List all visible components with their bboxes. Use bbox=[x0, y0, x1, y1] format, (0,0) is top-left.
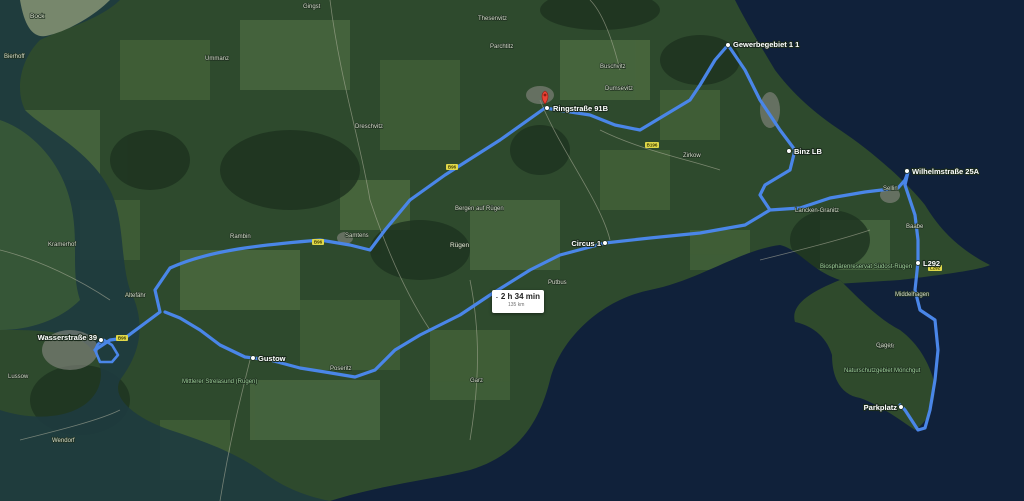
place-label: Rügen bbox=[450, 242, 470, 249]
place-label: Bergen auf Rügen bbox=[455, 206, 504, 212]
place-label: Dreschvitz bbox=[355, 124, 383, 130]
place-label: Garz bbox=[470, 378, 483, 384]
route-distance: 135 km bbox=[508, 302, 525, 308]
road-shield-label: B96 bbox=[448, 165, 457, 170]
road-shield-label: B96 bbox=[314, 240, 323, 245]
place-label: Zirkow bbox=[683, 153, 701, 159]
road-shield: B196 bbox=[645, 142, 659, 148]
nature-area-label: Mittlerer Strelasund (Rügen) bbox=[182, 379, 257, 385]
waypoint-label: Ringstraße 91B bbox=[553, 104, 609, 113]
place-label: Sellin bbox=[883, 186, 898, 192]
place-label: Gingst bbox=[303, 4, 321, 10]
waypoint-label: Circus 1 bbox=[571, 239, 601, 248]
waypoint-label: Gustow bbox=[258, 354, 286, 363]
route-duration: 2 h 34 min bbox=[500, 292, 540, 301]
waypoint-label: Wilhelmstraße 25A bbox=[912, 167, 980, 176]
waypoint-label: L292 bbox=[923, 259, 940, 268]
place-label: Middelhagen bbox=[895, 292, 929, 298]
place-label: Samtens bbox=[345, 233, 369, 239]
waypoint-label: Parkplatz bbox=[864, 403, 898, 412]
place-label: Buschvitz bbox=[600, 64, 626, 70]
car-icon bbox=[496, 296, 498, 298]
place-label: Bock bbox=[30, 13, 45, 20]
waypoint-label: Gewerbegebiet 1 1 bbox=[733, 40, 799, 49]
place-label: Altefähr bbox=[125, 293, 146, 299]
place-label: Parchtitz bbox=[490, 44, 513, 50]
waypoint-label: Wasserstraße 39 bbox=[38, 333, 97, 342]
waypoint-wasserstrasse[interactable]: Wasserstraße 39 bbox=[37, 332, 104, 343]
place-label: Dumsevitz bbox=[605, 86, 633, 92]
nature-area-label: Naturschutzgebiet Mönchgut bbox=[844, 368, 921, 374]
road-shield: B96 bbox=[312, 239, 324, 245]
waypoint-wilhelmstrasse[interactable]: Wilhelmstraße 25A bbox=[904, 166, 981, 177]
road-shield: B96 bbox=[446, 164, 458, 170]
place-label: Rambin bbox=[230, 234, 251, 240]
road-shield-label: B96 bbox=[118, 336, 127, 341]
road-shield-label: B196 bbox=[647, 143, 658, 148]
route-info-box[interactable]: 2 h 34 min 135 km bbox=[492, 290, 544, 313]
waypoint-label: Binz LB bbox=[794, 147, 822, 156]
place-label: Gager bbox=[876, 343, 893, 349]
place-label: Kramerhof bbox=[48, 242, 76, 248]
waypoint-ringstrasse[interactable]: Ringstraße 91B bbox=[544, 103, 610, 114]
place-label: Lancken-Granitz bbox=[795, 208, 839, 214]
nature-area-label: Biosphärenreservat Südost-Rügen bbox=[820, 264, 912, 270]
place-label: Lussow bbox=[8, 374, 29, 380]
place-label: Putbus bbox=[548, 280, 567, 286]
place-label: Thesenvitz bbox=[478, 16, 507, 22]
road-shield: B96 bbox=[116, 335, 128, 341]
waypoint-gewerbegebiet[interactable]: Gewerbegebiet 1 1 bbox=[725, 39, 800, 50]
satellite-map[interactable]: B96 B196 L292 B96 B96 Bock Ummanz Dresch… bbox=[0, 0, 1024, 501]
place-label: Ummanz bbox=[205, 56, 229, 62]
place-label: Bierhoff bbox=[4, 54, 25, 60]
place-label: Wendorf bbox=[52, 438, 75, 444]
place-label: Baabe bbox=[906, 224, 924, 230]
place-label: Poseritz bbox=[330, 366, 352, 372]
